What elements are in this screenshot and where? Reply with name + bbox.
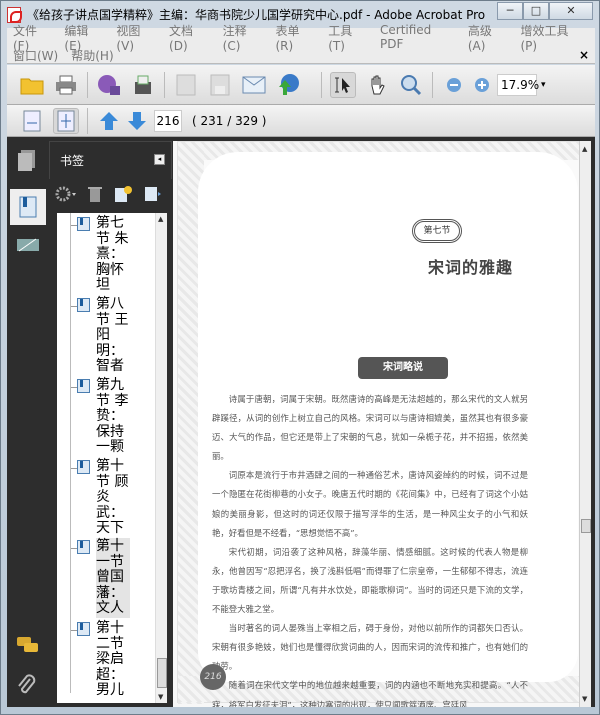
menu-view[interactable]: 视图(V) — [116, 22, 156, 53]
navigation-strip — [7, 137, 49, 707]
menu-document[interactable]: 文档(D) — [169, 22, 210, 53]
zoom-in-icon[interactable] — [469, 72, 495, 98]
acrobat-window: 《给孩子讲点国学精粹》主编：华商书院少儿国学研究中心.pdf - Adobe A… — [0, 0, 600, 715]
create-pdf-icon[interactable] — [96, 72, 122, 98]
zoom-level-field[interactable]: 17.9% — [497, 73, 539, 96]
maximize-button[interactable]: □ — [523, 2, 549, 20]
paragraph: 诗属于唐朝，词属于宋朝。既然唐诗的高峰是无法超越的，那么宋代的文人就另辟蹊径，从… — [212, 394, 528, 462]
bookmark-item-selected[interactable]: 第十一节曾国藩：文人 — [71, 538, 130, 618]
zoom-out-icon[interactable] — [441, 72, 467, 98]
menu-advanced[interactable]: 高级(A) — [468, 22, 508, 53]
window-title: 《给孩子讲点国学精粹》主编：华商书院少儿国学研究中心.pdf - Adobe A… — [27, 8, 486, 22]
page-nav-toolbar: 216 ( 231 / 329 ) — [7, 105, 595, 137]
bookmark-item[interactable]: 第十二节梁启超：男儿 — [71, 620, 130, 700]
bookmark-item[interactable]: 第七节 朱熹：胸怀坦 — [71, 215, 130, 295]
bookmarks-tree: 第七节 朱熹：胸怀坦 第八节 王阳明：智者 第九节 李贽：保持一颗 第十节 顾炎… — [57, 213, 167, 703]
fit-page-icon[interactable] — [53, 107, 79, 134]
comments-panel-icon[interactable] — [16, 635, 40, 659]
bookmarks-panel-icon[interactable] — [10, 189, 46, 225]
bookmark-icon — [77, 622, 90, 636]
page-number-input[interactable]: 216 — [154, 109, 182, 132]
sign-icon — [173, 72, 199, 98]
bookmark-icon — [77, 460, 90, 474]
delete-bookmark-icon[interactable] — [87, 185, 103, 205]
section-title: 宋词的雅趣 — [428, 258, 514, 277]
section-badge: 第七节 — [412, 219, 462, 243]
menu-help[interactable]: 帮助(H) — [71, 47, 113, 64]
previous-page-icon[interactable] — [96, 108, 122, 134]
bookmark-icon — [77, 540, 90, 554]
bookmarks-panel: 书签 ◂ 第七节 朱熹：胸怀坦 第八节 王阳明：智者 第九节 李贽：保持一颗 第十… — [49, 141, 172, 707]
menu-certified-pdf[interactable]: Certified PDF — [380, 23, 455, 51]
page-body-text: 诗属于唐朝，词属于宋朝。既然唐诗的高峰是无法超越的，那么宋代的文人就另辟蹊径，从… — [212, 390, 528, 707]
bookmarks-panel-title: 书签 — [60, 154, 85, 168]
pdf-app-icon — [7, 6, 22, 23]
paragraph: 当时著名的词人晏殊当上宰相之后，碍于身份，对他以前所作的词都矢口否认。宋朝有很多… — [212, 623, 528, 672]
zoom-dropdown-icon[interactable]: ▾ — [541, 80, 546, 90]
page-number: 216 — [200, 664, 226, 690]
close-button[interactable]: ✕ — [549, 2, 593, 20]
bookmark-icon — [77, 379, 90, 393]
paragraph: 宋代初期，词沿袭了这种风格，辞藻华丽、情感细腻。这时候的代表人物是柳永，他曾因写… — [212, 546, 528, 615]
menu-tools[interactable]: 工具(T) — [328, 22, 367, 53]
menu-bar: 文件(F) 编辑(E) 视图(V) 文档(D) 注释(C) 表单(R) 工具(T… — [7, 23, 595, 64]
bookmarks-scrollbar[interactable]: ▲ ▼ — [155, 213, 167, 703]
workspace: 书签 ◂ 第七节 朱熹：胸怀坦 第八节 王阳明：智者 第九节 李贽：保持一颗 第十… — [7, 137, 595, 707]
bookmark-icon — [77, 298, 90, 312]
print-icon[interactable] — [53, 72, 79, 98]
menu-window[interactable]: 窗口(W) — [13, 47, 58, 64]
next-page-icon[interactable] — [124, 108, 150, 134]
section-banner: 宋词略说 — [358, 357, 448, 379]
document-view: 第七节 宋词的雅趣 宋词略说 诗属于唐朝，词属于宋朝。既然唐诗的高峰是无法超越的… — [173, 141, 591, 707]
minimize-button[interactable]: ─ — [497, 2, 523, 20]
collapse-panel-button[interactable]: ◂ — [154, 154, 165, 165]
new-bookmark-icon[interactable] — [113, 185, 133, 205]
menu-forms[interactable]: 表单(R) — [275, 22, 315, 53]
paragraph: 随着词在宋代文学中的地位越来越重要，词的内涵也不断地充实和提高。“人不寐，将军白… — [212, 680, 528, 707]
hand-tool-icon[interactable] — [364, 72, 390, 98]
save-icon — [207, 72, 233, 98]
main-toolbar: 17.9% ▾ — [7, 65, 595, 105]
marquee-zoom-icon[interactable] — [398, 72, 424, 98]
close-document-button[interactable]: × — [579, 48, 589, 62]
menu-plugins[interactable]: 增效工具(P) — [520, 22, 582, 53]
open-folder-icon[interactable] — [19, 72, 45, 98]
pdf-page: 第七节 宋词的雅趣 宋词略说 诗属于唐朝，词属于宋朝。既然唐诗的高峰是无法超越的… — [177, 141, 582, 707]
email-icon[interactable] — [241, 72, 267, 98]
paragraph: 词原本是流行于市井酒肆之间的一种通俗艺术，唐诗风姿绰约的时候，词不过是一个隐匿在… — [212, 470, 528, 538]
pages-panel-icon[interactable] — [16, 149, 40, 173]
document-scrollbar[interactable]: ▲ ▼ — [579, 141, 591, 707]
bookmark-item[interactable]: 第八节 王阳明：智者 — [71, 296, 130, 376]
menu-comments[interactable]: 注释(C) — [223, 22, 263, 53]
export-icon[interactable] — [130, 72, 156, 98]
expand-bookmark-icon[interactable] — [143, 185, 163, 205]
bookmark-icon — [77, 217, 90, 231]
web-upload-icon[interactable] — [275, 72, 301, 98]
page-count: ( 231 / 329 ) — [192, 113, 267, 128]
signatures-panel-icon[interactable] — [16, 235, 40, 259]
attachments-panel-icon[interactable] — [16, 673, 40, 697]
bookmark-item[interactable]: 第九节 李贽：保持一颗 — [71, 377, 130, 457]
select-tool-icon[interactable] — [330, 71, 356, 98]
fit-width-icon[interactable] — [19, 108, 45, 134]
bookmark-item[interactable]: 第十节 顾炎武：天下 — [71, 458, 130, 538]
options-gear-icon[interactable] — [55, 185, 77, 205]
